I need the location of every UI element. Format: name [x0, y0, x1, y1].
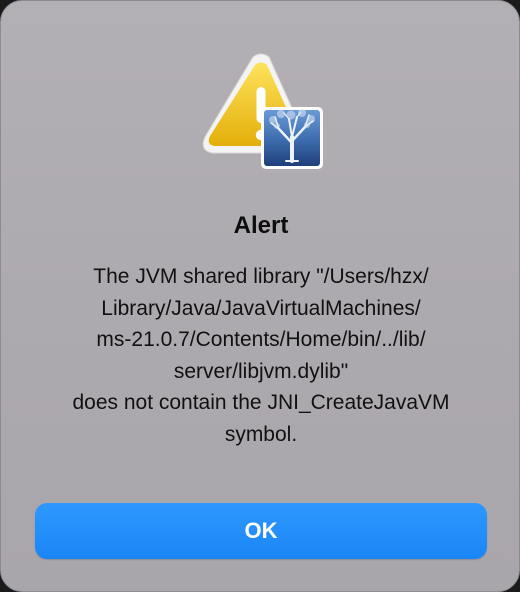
message-line: symbol. — [224, 422, 298, 446]
dialog-message: The JVM shared library "/Users/hzx/ Libr… — [41, 261, 481, 450]
message-line: The JVM shared library "/Users/hzx/ — [93, 265, 429, 288]
dialog-title: Alert — [233, 212, 289, 239]
message-line: does not contain the JNI_CreateJavaVM — [72, 391, 450, 414]
message-line: ms-21.0.7/Contents/Home/bin/../lib/ — [96, 328, 426, 351]
alert-dialog: Alert The JVM shared library "/Users/hzx… — [0, 0, 520, 592]
ok-button[interactable]: OK — [35, 503, 487, 559]
message-line: Library/Java/JavaVirtualMachines/ — [101, 296, 421, 320]
app-tree-icon — [261, 107, 323, 169]
message-line: server/libjvm.dylib" — [173, 359, 349, 383]
warning-triangle-icon — [202, 53, 323, 169]
alert-icon-group — [201, 53, 325, 171]
